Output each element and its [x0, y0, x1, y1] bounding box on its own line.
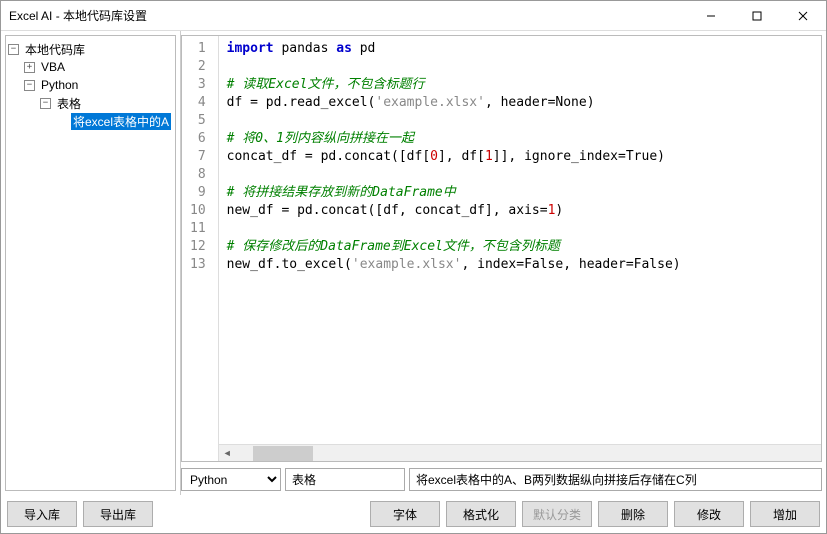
editor-area: 12345678910111213 import pandas as pd # 读… — [181, 31, 826, 495]
window-title: Excel AI - 本地代码库设置 — [9, 7, 688, 24]
code-line: # 将0、1列内容纵向拼接在一起 — [227, 130, 813, 148]
collapse-icon[interactable]: − — [40, 98, 51, 109]
code-line: # 将拼接结果存放到新的DataFrame中 — [227, 184, 813, 202]
code-line: # 保存修改后的DataFrame到Excel文件，不包含列标题 — [227, 238, 813, 256]
category-input[interactable] — [285, 468, 405, 491]
collapse-icon[interactable]: − — [8, 44, 19, 55]
code-line — [227, 112, 813, 130]
tree-label: 表格 — [55, 95, 83, 112]
tree-item[interactable]: + VBA — [8, 58, 173, 76]
tree-label: 本地代码库 — [23, 41, 87, 58]
code-line: # 读取Excel文件，不包含标题行 — [227, 76, 813, 94]
code-line: concat_df = pd.concat([df[0], df[1]], ig… — [227, 148, 813, 166]
delete-button[interactable]: 删除 — [598, 501, 668, 527]
line-gutter: 12345678910111213 — [182, 36, 219, 461]
maximize-button[interactable] — [734, 1, 780, 30]
tree-label: Python — [39, 78, 80, 92]
horizontal-scrollbar[interactable]: ◄ — [219, 444, 821, 461]
code-editor[interactable]: 12345678910111213 import pandas as pd # 读… — [181, 35, 822, 462]
minimize-button[interactable] — [688, 1, 734, 30]
bottom-toolbar: 导入库 导出库 字体 格式化 默认分类 删除 修改 增加 — [1, 495, 826, 533]
collapse-icon[interactable]: − — [24, 80, 35, 91]
tree-item[interactable]: 将excel表格中的A — [8, 112, 173, 130]
tree-item[interactable]: −表格 — [8, 94, 173, 112]
content: − 本地代码库 +VBA−Python−表格将excel表格中的A 123456… — [1, 31, 826, 495]
format-button[interactable]: 格式化 — [446, 501, 516, 527]
font-button[interactable]: 字体 — [370, 501, 440, 527]
add-button[interactable]: 增加 — [750, 501, 820, 527]
code-line — [227, 220, 813, 238]
code-line — [227, 166, 813, 184]
code-line: new_df = pd.concat([df, concat_df], axis… — [227, 202, 813, 220]
modify-button[interactable]: 修改 — [674, 501, 744, 527]
app-window: Excel AI - 本地代码库设置 − 本地代码库 +VBA−Python−表… — [0, 0, 827, 534]
expand-icon[interactable]: + — [24, 62, 35, 73]
close-button[interactable] — [780, 1, 826, 30]
sidebar: − 本地代码库 +VBA−Python−表格将excel表格中的A — [1, 31, 181, 495]
tree-leaf-icon — [56, 116, 67, 127]
export-button[interactable]: 导出库 — [83, 501, 153, 527]
code-line — [227, 58, 813, 76]
code-line: df = pd.read_excel('example.xlsx', heade… — [227, 94, 813, 112]
window-controls — [688, 1, 826, 30]
tree-view[interactable]: − 本地代码库 +VBA−Python−表格将excel表格中的A — [5, 35, 176, 491]
metadata-row: Python — [181, 468, 822, 491]
language-select[interactable]: Python — [181, 468, 281, 491]
tree-label: 将excel表格中的A — [71, 113, 171, 130]
tree-item[interactable]: −Python — [8, 76, 173, 94]
tree-root[interactable]: − 本地代码库 — [8, 40, 173, 58]
titlebar: Excel AI - 本地代码库设置 — [1, 1, 826, 31]
default-category-button: 默认分类 — [522, 501, 592, 527]
code-line: import pandas as pd — [227, 40, 813, 58]
tree-label: VBA — [39, 60, 67, 74]
scroll-thumb[interactable] — [253, 446, 313, 461]
import-button[interactable]: 导入库 — [7, 501, 77, 527]
code-content[interactable]: import pandas as pd # 读取Excel文件，不包含标题行df … — [219, 36, 821, 444]
description-input[interactable] — [409, 468, 822, 491]
code-line: new_df.to_excel('example.xlsx', index=Fa… — [227, 256, 813, 274]
scroll-left-icon[interactable]: ◄ — [219, 445, 236, 462]
